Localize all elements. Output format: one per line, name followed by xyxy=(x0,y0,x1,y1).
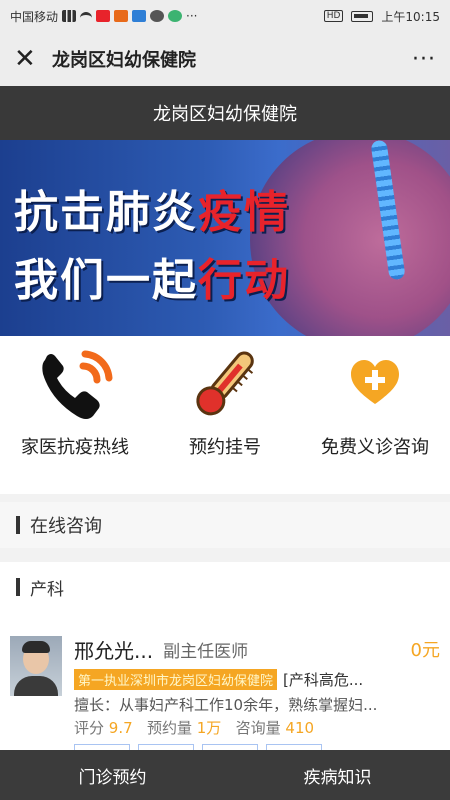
app-icon xyxy=(96,10,111,22)
status-bar: 中国移动 ··· HD 上午10:15 xyxy=(0,0,450,32)
hd-badge: HD xyxy=(323,10,344,22)
chat-icon xyxy=(150,10,165,22)
battery-icon xyxy=(351,10,374,22)
action-label: 预约挂号 xyxy=(189,437,261,458)
doctor-description: 擅长：从事妇产科工作10余年，熟练掌握妇... xyxy=(74,696,378,714)
action-label: 免费义诊咨询 xyxy=(321,437,429,458)
section-title: 在线咨询 xyxy=(30,516,102,537)
action-label: 家医抗疫热线 xyxy=(21,437,129,458)
rating-label: 评分 xyxy=(74,719,105,737)
banner-line-1-red: 疫情 xyxy=(198,187,290,238)
avatar xyxy=(10,636,62,696)
doctor-tags: 第一执业深圳市龙岗区妇幼保健院 [产科高危... xyxy=(74,668,440,690)
section-marker xyxy=(16,578,20,596)
app-icon xyxy=(114,10,129,22)
app-icon xyxy=(168,10,183,22)
banner-line-2-white: 我们一起 xyxy=(14,255,198,306)
more-icon[interactable]: ··· xyxy=(412,47,436,72)
banner-line-2-red: 行动 xyxy=(198,255,290,306)
rating-value: 9.7 xyxy=(108,719,133,737)
action-free-consult[interactable]: 免费义诊咨询 xyxy=(300,336,450,494)
doctor-price: 0元 xyxy=(410,640,440,661)
consults-value: 410 xyxy=(285,719,315,737)
action-hotline[interactable]: 家医抗疫热线 xyxy=(0,336,150,494)
phone-icon xyxy=(33,344,117,424)
section-title: 产科 xyxy=(30,579,64,600)
section-obstetrics[interactable]: 产科 xyxy=(0,562,450,612)
quick-actions: 家医抗疫热线 预约挂号 免费义诊咨询 xyxy=(0,336,450,494)
bottom-nav: 门诊预约 疾病知识 xyxy=(0,750,450,800)
heart-plus-icon xyxy=(333,344,417,424)
hospital-tag: 第一执业深圳市龙岗区妇幼保健院 xyxy=(74,668,278,690)
doctor-stats: 评分 9.7 预约量 1万 咨询量 410 xyxy=(74,717,440,738)
doctor-info: 邢允光... 副主任医师 0元 第一执业深圳市龙岗区妇幼保健院 [产科高危...… xyxy=(74,634,440,758)
consults-label: 咨询量 xyxy=(235,719,281,737)
more-notifications: ··· xyxy=(186,9,198,23)
signal-icon xyxy=(62,10,77,22)
section-online-consult: 在线咨询 xyxy=(0,502,450,548)
section-marker xyxy=(16,516,20,534)
status-left: 中国移动 ··· xyxy=(10,8,197,25)
clock: 上午10:15 xyxy=(381,9,440,24)
banner-line-1: 抗击肺炎疫情 xyxy=(14,176,290,240)
avatar-shirt xyxy=(14,676,58,696)
tab-outpatient-booking[interactable]: 门诊预约 xyxy=(0,750,225,800)
doctor-name: 邢允光... xyxy=(74,638,154,663)
close-icon[interactable]: ✕ xyxy=(14,46,40,72)
carrier-label: 中国移动 xyxy=(10,9,59,24)
status-right: HD 上午10:15 xyxy=(323,8,440,25)
action-register[interactable]: 预约挂号 xyxy=(150,336,300,494)
banner-line-2: 我们一起行动 xyxy=(14,244,290,308)
thermometer-icon xyxy=(183,344,267,424)
specialty-tag: [产科高危... xyxy=(283,670,364,689)
banner-line-1-white: 抗击肺炎 xyxy=(14,187,198,238)
app-icon xyxy=(132,10,147,22)
doctor-title: 副主任医师 xyxy=(163,641,249,662)
browser-title: 龙岗区妇幼保健院 xyxy=(52,50,196,71)
appointments-label: 预约量 xyxy=(146,719,192,737)
banner[interactable]: 抗击肺炎疫情 我们一起行动 xyxy=(0,140,450,336)
browser-header: ✕ 龙岗区妇幼保健院 ··· xyxy=(0,32,450,86)
appointments-value: 1万 xyxy=(196,719,222,737)
tab-disease-knowledge[interactable]: 疾病知识 xyxy=(225,750,450,800)
page-title: 龙岗区妇幼保健院 xyxy=(0,86,450,140)
doctor-name-row: 邢允光... 副主任医师 0元 xyxy=(74,634,440,664)
avatar-hair xyxy=(22,641,50,653)
wifi-icon xyxy=(80,12,93,20)
doctor-card[interactable]: 邢允光... 副主任医师 0元 第一执业深圳市龙岗区妇幼保健院 [产科高危...… xyxy=(0,612,450,758)
